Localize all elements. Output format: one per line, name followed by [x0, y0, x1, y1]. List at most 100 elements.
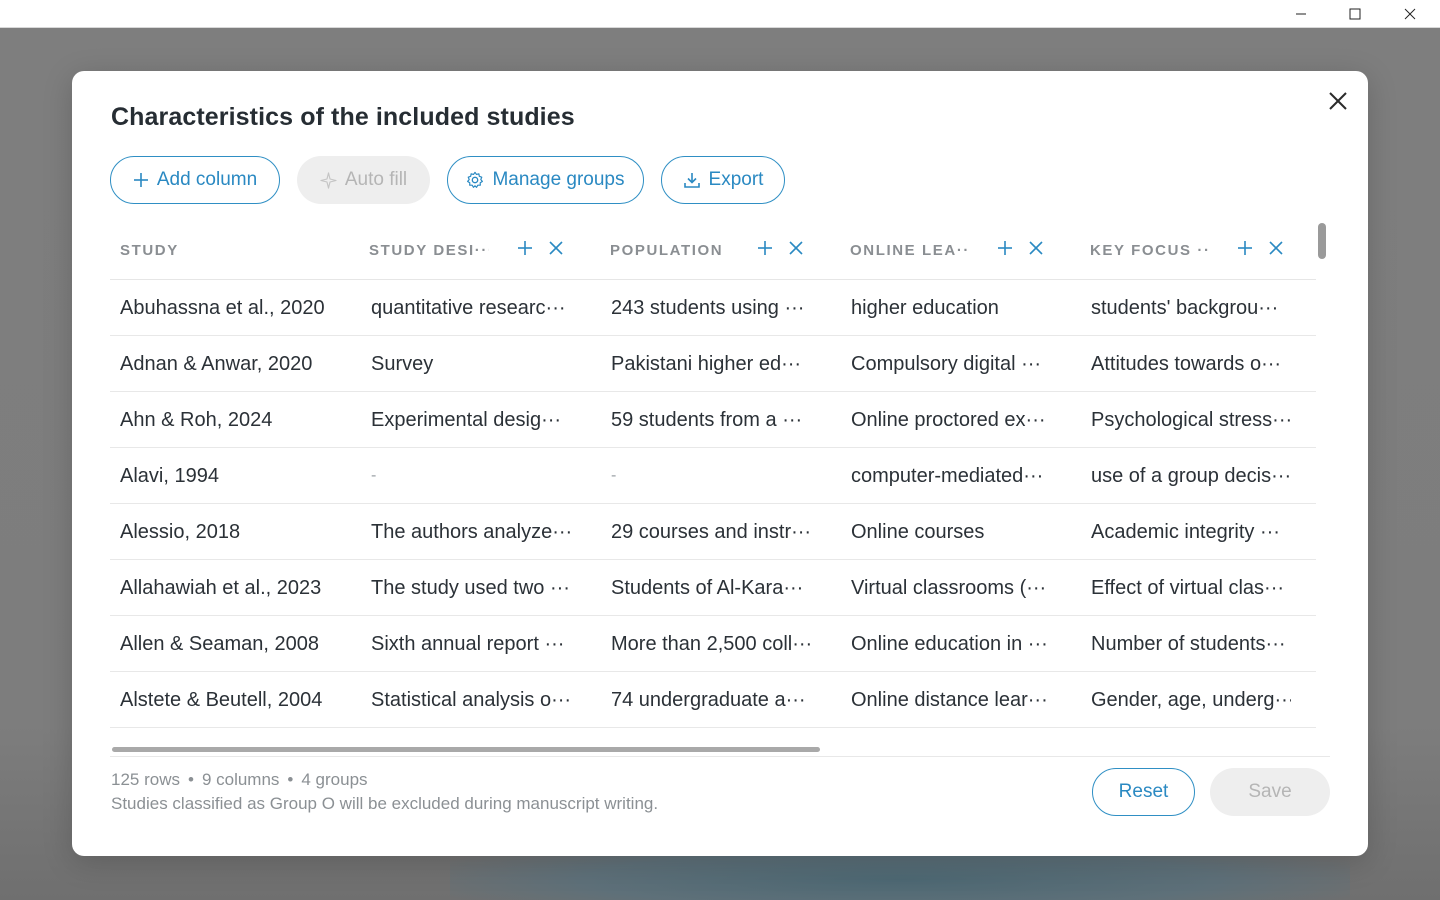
table-row[interactable]: Alstete & Beutell, 2004 Statistical anal… — [110, 672, 1316, 728]
cell-key-focus[interactable]: Gender, age, underg··· — [1091, 672, 1291, 728]
table-header: STUDY STUDY DESI··· POPULATION ONLINE LE… — [110, 221, 1316, 280]
auto-fill-button[interactable]: Auto fill — [297, 156, 430, 204]
cell-study[interactable]: Ahn & Roh, 2024 — [120, 392, 350, 448]
characteristics-dialog: Characteristics of the included studies … — [72, 71, 1368, 856]
cell-online-learning[interactable]: Online education in ··· — [851, 616, 1051, 672]
cell-population[interactable]: - — [611, 448, 811, 504]
column-header-population[interactable]: POPULATION — [610, 221, 730, 279]
cell-online-learning[interactable]: Virtual classrooms (··· — [851, 560, 1051, 616]
stats-separator: • — [187, 770, 194, 789]
cell-population[interactable]: 29 courses and instr··· — [611, 504, 811, 560]
export-button[interactable]: Export — [661, 156, 785, 204]
reset-label: Reset — [1118, 781, 1169, 802]
minimize-icon[interactable] — [1278, 0, 1324, 28]
cell-study[interactable]: Abuhassna et al., 2020 — [120, 280, 350, 336]
manage-groups-button[interactable]: Manage groups — [447, 156, 644, 204]
table-row[interactable]: Ahn & Roh, 2024 Experimental desig··· 59… — [110, 392, 1316, 448]
cell-study[interactable]: Alstete & Beutell, 2004 — [120, 672, 350, 728]
window-close-icon[interactable] — [1387, 0, 1433, 28]
cell-key-focus[interactable]: use of a group decis··· — [1091, 448, 1291, 504]
column-header-study-design[interactable]: STUDY DESI··· — [369, 221, 489, 279]
row-count: 125 rows — [111, 770, 180, 789]
cell-online-learning[interactable]: computer-mediated··· — [851, 448, 1051, 504]
cell-study[interactable]: Allahawiah et al., 2023 — [120, 560, 350, 616]
cell-online-learning[interactable]: Online courses — [851, 504, 1051, 560]
table-stats: 125 rows • 9 columns • 4 groups — [111, 770, 368, 790]
add-column-icon[interactable] — [1236, 239, 1254, 257]
vertical-scrollbar[interactable] — [1318, 223, 1326, 259]
cell-key-focus[interactable]: Effect of virtual clas··· — [1091, 560, 1291, 616]
table-row[interactable]: Alessio, 2018 The authors analyze··· 29 … — [110, 504, 1316, 560]
table-row[interactable]: Adnan & Anwar, 2020 Survey Pakistani hig… — [110, 336, 1316, 392]
cell-study[interactable]: Adnan & Anwar, 2020 — [120, 336, 350, 392]
save-label: Save — [1248, 781, 1292, 802]
dialog-title: Characteristics of the included studies — [111, 103, 575, 131]
column-actions — [516, 239, 565, 257]
reset-button[interactable]: Reset — [1092, 768, 1195, 816]
add-column-icon[interactable] — [516, 239, 534, 257]
group-count: 4 groups — [301, 770, 368, 789]
add-column-icon[interactable] — [996, 239, 1014, 257]
column-actions — [996, 239, 1045, 257]
stats-separator: • — [287, 770, 294, 789]
cell-key-focus[interactable]: Number of students··· — [1091, 616, 1291, 672]
horizontal-scrollbar[interactable] — [112, 747, 820, 752]
save-button[interactable]: Save — [1210, 768, 1330, 816]
column-actions — [756, 239, 805, 257]
remove-column-icon[interactable] — [547, 239, 565, 257]
add-column-icon[interactable] — [756, 239, 774, 257]
sparkle-icon — [320, 171, 337, 189]
plus-icon — [133, 173, 148, 187]
remove-column-icon[interactable] — [1027, 239, 1045, 257]
cell-population[interactable]: More than 2,500 coll··· — [611, 616, 811, 672]
cell-study-design[interactable]: Survey — [371, 336, 571, 392]
maximize-icon[interactable] — [1332, 0, 1378, 28]
cell-study-design[interactable]: Experimental desig··· — [371, 392, 571, 448]
column-header-label: KEY FOCUS ··· — [1090, 241, 1210, 259]
gear-icon — [467, 171, 484, 188]
table-row[interactable]: Abuhassna et al., 2020 quantitative rese… — [110, 280, 1316, 336]
cell-study-design[interactable]: quantitative researc··· — [371, 280, 571, 336]
add-column-button[interactable]: Add column — [110, 156, 280, 204]
column-header-online-learning[interactable]: ONLINE LEA··· — [850, 221, 970, 279]
auto-fill-label: Auto fill — [344, 169, 408, 190]
cell-study[interactable]: Alavi, 1994 — [120, 448, 350, 504]
table-row[interactable]: Allahawiah et al., 2023 The study used t… — [110, 560, 1316, 616]
table-row[interactable]: Alavi, 1994 - - computer-mediated··· use… — [110, 448, 1316, 504]
exclusion-note: Studies classified as Group O will be ex… — [111, 794, 659, 813]
cell-study-design[interactable]: - — [371, 448, 571, 504]
column-header-key-focus[interactable]: KEY FOCUS ··· — [1090, 221, 1210, 279]
footer-divider — [110, 756, 1330, 757]
cell-key-focus[interactable]: Attitudes towards o··· — [1091, 336, 1291, 392]
column-header-label: STUDY DESI··· — [369, 241, 489, 259]
window-titlebar — [0, 0, 1440, 28]
cell-study-design[interactable]: The authors analyze··· — [371, 504, 571, 560]
cell-key-focus[interactable]: Academic integrity ··· — [1091, 504, 1291, 560]
column-header-label: POPULATION — [610, 241, 724, 259]
cell-population[interactable]: Pakistani higher ed··· — [611, 336, 811, 392]
cell-study-design[interactable]: Sixth annual report ··· — [371, 616, 571, 672]
cell-study-design[interactable]: Statistical analysis o··· — [371, 672, 571, 728]
export-label: Export — [708, 169, 764, 190]
cell-population[interactable]: 243 students using ··· — [611, 280, 811, 336]
cell-population[interactable]: 74 undergraduate a··· — [611, 672, 811, 728]
column-header-study[interactable]: STUDY — [120, 221, 340, 279]
remove-column-icon[interactable] — [787, 239, 805, 257]
column-header-label: STUDY — [120, 241, 179, 259]
column-actions — [1236, 239, 1285, 257]
cell-online-learning[interactable]: Compulsory digital ··· — [851, 336, 1051, 392]
cell-online-learning[interactable]: Online distance lear··· — [851, 672, 1051, 728]
cell-study[interactable]: Allen & Seaman, 2008 — [120, 616, 350, 672]
cell-online-learning[interactable]: Online proctored ex··· — [851, 392, 1051, 448]
cell-population[interactable]: 59 students from a ··· — [611, 392, 811, 448]
cell-study[interactable]: Alessio, 2018 — [120, 504, 350, 560]
column-header-label: ONLINE LEA··· — [850, 241, 970, 259]
close-icon[interactable] — [1326, 89, 1350, 113]
remove-column-icon[interactable] — [1267, 239, 1285, 257]
cell-online-learning[interactable]: higher education — [851, 280, 1051, 336]
cell-population[interactable]: Students of Al-Kara··· — [611, 560, 811, 616]
cell-study-design[interactable]: The study used two ··· — [371, 560, 571, 616]
table-row[interactable]: Allen & Seaman, 2008 Sixth annual report… — [110, 616, 1316, 672]
cell-key-focus[interactable]: Psychological stress··· — [1091, 392, 1291, 448]
cell-key-focus[interactable]: students' backgrou··· — [1091, 280, 1291, 336]
